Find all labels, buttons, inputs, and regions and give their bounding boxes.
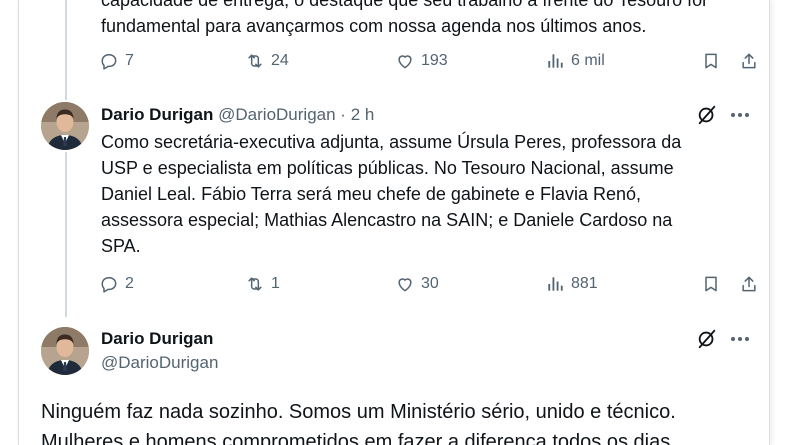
author-handle[interactable]: @DarioDurigan <box>101 353 218 372</box>
grok-icon <box>698 105 716 125</box>
tweet2-text-line: SPA. <box>101 236 141 256</box>
author-name[interactable]: Dario Durigan <box>101 329 213 348</box>
tweet2-text-line: Como secretária-executiva adjunta, assum… <box>101 132 682 152</box>
repost-icon <box>248 54 262 68</box>
tweet2-text-line: Daniel Leal. Fábio Terra será meu chefe … <box>101 184 641 204</box>
share-icon <box>742 53 756 69</box>
repost-count: 1 <box>271 275 280 292</box>
more-icon-dot <box>738 113 742 117</box>
tweet2-actions: 2 1 30 881 <box>99 272 759 296</box>
tweet3-text-line: Ninguém faz nada sozinho. Somos um Minis… <box>41 401 676 423</box>
reply-button[interactable]: 7 <box>99 49 134 73</box>
avatar[interactable] <box>41 102 89 150</box>
grok-button[interactable] <box>696 328 718 350</box>
grok-button[interactable] <box>696 104 718 126</box>
more-icon-dot <box>745 337 749 341</box>
more-button[interactable] <box>728 328 752 350</box>
like-count: 193 <box>421 52 448 69</box>
avatar-image <box>41 327 89 375</box>
tweet3-handle: @DarioDurigan <box>101 352 218 374</box>
reply-button[interactable]: 2 <box>99 272 134 296</box>
reply-count: 2 <box>125 275 134 292</box>
separator: · <box>340 105 346 124</box>
more-button[interactable] <box>728 104 752 126</box>
share-button[interactable] <box>739 49 759 73</box>
tweet1-text: capacidade de entrega, o destaque que se… <box>101 0 761 39</box>
tweet2-text: Como secretária-executiva adjunta, assum… <box>101 129 761 259</box>
avatar-image <box>41 102 89 150</box>
reply-icon <box>101 277 117 293</box>
like-button[interactable]: 30 <box>395 272 439 296</box>
reply-count: 7 <box>125 52 134 69</box>
grok-icon <box>698 329 716 349</box>
share-icon <box>742 276 756 292</box>
tweet2-text-line: USP e especialista em políticas públicas… <box>101 158 674 178</box>
thread-line-top <box>65 0 67 100</box>
tweet3-text-line: Mulheres e homens comprometidos em fazer… <box>41 431 676 445</box>
author-name[interactable]: Dario Durigan <box>101 105 213 124</box>
more-icon <box>731 337 735 341</box>
views-count: 881 <box>571 275 598 292</box>
repost-count: 24 <box>271 52 289 69</box>
tweet3-text: Ninguém faz nada sozinho. Somos um Minis… <box>41 397 769 445</box>
views-icon <box>548 277 563 291</box>
repost-icon <box>248 277 262 291</box>
bookmark-button[interactable] <box>701 49 721 73</box>
thread-line-middle <box>65 152 67 317</box>
tweet1-text-line: fundamental para avançarmos com nossa ag… <box>101 16 647 36</box>
views-button[interactable]: 881 <box>545 272 598 296</box>
views-count: 6 mil <box>571 52 605 69</box>
bookmark-icon <box>705 53 717 69</box>
tweet1-actions: 7 24 193 6 mil <box>99 49 759 73</box>
like-count: 30 <box>421 275 439 292</box>
tweet3-name: Dario Durigan <box>101 328 213 350</box>
timeline-card: capacidade de entrega, o destaque que se… <box>18 0 770 445</box>
views-icon <box>548 54 563 68</box>
timestamp[interactable]: 2 h <box>351 105 375 124</box>
reply-icon <box>101 54 117 70</box>
bookmark-button[interactable] <box>701 272 721 296</box>
views-button[interactable]: 6 mil <box>545 49 605 73</box>
more-icon-dot <box>745 113 749 117</box>
tweet2-header: Dario Durigan @DarioDurigan · 2 h <box>101 104 374 126</box>
share-button[interactable] <box>739 272 759 296</box>
like-icon <box>398 278 412 292</box>
more-icon <box>731 113 735 117</box>
like-button[interactable]: 193 <box>395 49 448 73</box>
more-icon-dot <box>738 337 742 341</box>
repost-button[interactable]: 24 <box>245 49 289 73</box>
repost-button[interactable]: 1 <box>245 272 280 296</box>
like-icon <box>398 55 412 69</box>
tweet1-text-line: capacidade de entrega, o destaque que se… <box>101 0 707 10</box>
bookmark-icon <box>705 276 717 292</box>
avatar[interactable] <box>41 327 89 375</box>
tweet2-text-line: assessora especial; Mathias Alencastro n… <box>101 210 673 230</box>
author-handle[interactable]: @DarioDurigan <box>218 105 335 124</box>
